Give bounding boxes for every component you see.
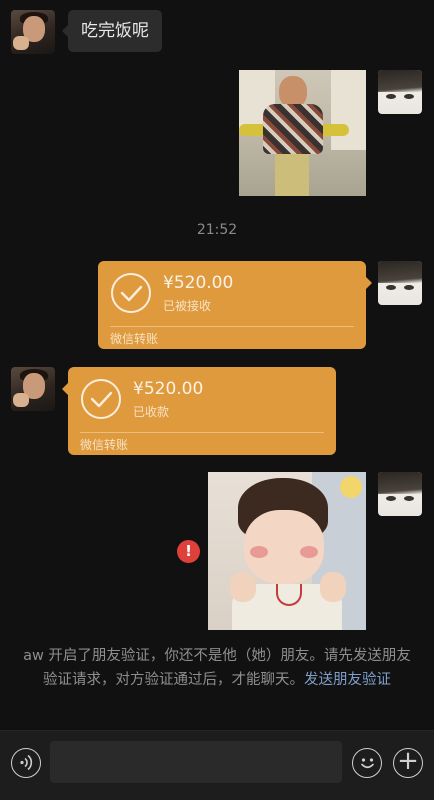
- friend-verification-notice: aw 开启了朋友验证，你还不是他（她）朋友。请先发送朋友验证请求，对方验证通过后…: [22, 644, 412, 692]
- transfer-divider: [80, 432, 324, 433]
- voice-icon[interactable]: [11, 748, 41, 778]
- transfer-card-outgoing[interactable]: ¥520.00 已被接收 微信转账: [98, 261, 372, 349]
- sticker-icon: [340, 476, 362, 498]
- transfer-status: 已收款: [133, 405, 170, 419]
- my-avatar[interactable]: [378, 472, 422, 516]
- transfer-divider: [110, 326, 354, 327]
- transfer-amount: ¥520.00: [163, 273, 234, 293]
- transfer-label: 微信转账: [110, 332, 159, 346]
- transfer-amount: ¥520.00: [133, 379, 204, 399]
- chat-screen: 吃完饭呢 21:52 ¥520.00 已被接收 微信转账 ¥520.00 已收款…: [0, 0, 434, 800]
- check-circle-icon: [111, 273, 151, 313]
- friend-avatar[interactable]: [11, 367, 55, 411]
- transfer-label: 微信转账: [80, 438, 129, 452]
- input-bar: +: [0, 730, 434, 800]
- my-avatar[interactable]: [378, 261, 422, 305]
- friend-avatar[interactable]: [11, 10, 55, 54]
- transfer-status: 已被接收: [163, 299, 212, 313]
- transfer-card-incoming[interactable]: ¥520.00 已收款 微信转账: [62, 367, 336, 455]
- send-failed-icon[interactable]: !: [177, 540, 200, 563]
- check-circle-icon: [81, 379, 121, 419]
- sent-image-baby[interactable]: [208, 472, 366, 630]
- emoji-icon[interactable]: [352, 748, 382, 778]
- send-verification-link[interactable]: 发送朋友验证: [304, 672, 391, 688]
- voice-wave-icon: [19, 754, 32, 771]
- smiley-face-icon: [360, 758, 374, 769]
- my-avatar[interactable]: [378, 70, 422, 114]
- friend-text-message[interactable]: 吃完饭呢: [62, 10, 162, 52]
- plus-icon[interactable]: +: [393, 748, 423, 778]
- sent-image-man-dancing[interactable]: [239, 70, 366, 196]
- message-timestamp: 21:52: [196, 222, 238, 238]
- message-input[interactable]: [50, 741, 342, 783]
